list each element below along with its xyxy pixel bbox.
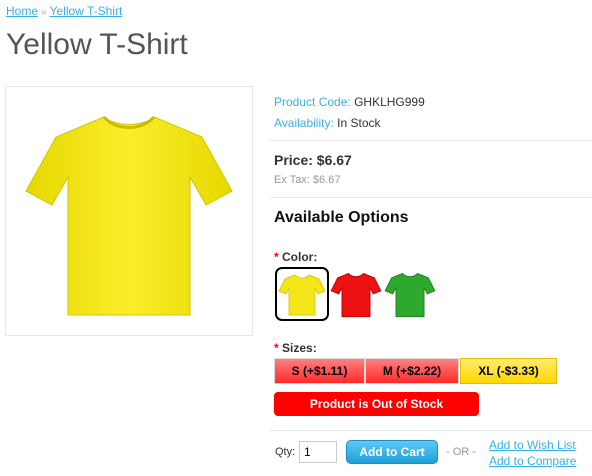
options-title: Available Options xyxy=(274,209,409,226)
qty-label: Qty: xyxy=(275,446,296,458)
color-swatch-green[interactable] xyxy=(383,267,437,321)
sizes-option-label: * Sizes: xyxy=(274,341,317,355)
product-code-value: GHKLHG999 xyxy=(354,95,425,109)
green-tshirt-icon xyxy=(384,272,436,318)
or-separator: - OR - xyxy=(446,446,476,458)
price: Price: $6.67 xyxy=(274,152,352,168)
size-option-m[interactable]: M (+$2.22) xyxy=(365,358,459,384)
ex-tax-price: Ex Tax: $6.67 xyxy=(274,174,341,186)
breadcrumb-separator: » xyxy=(41,7,47,18)
add-to-compare-link[interactable]: Add to Compare xyxy=(489,454,576,468)
breadcrumb-current-link[interactable]: Yellow T-Shirt xyxy=(50,4,123,18)
size-option-s[interactable]: S (+$1.11) xyxy=(274,358,365,384)
divider xyxy=(270,140,592,141)
availability-label: Availability: xyxy=(274,116,334,130)
qty-input[interactable] xyxy=(299,441,337,463)
breadcrumb-home-link[interactable]: Home xyxy=(6,4,38,18)
required-marker: * xyxy=(274,250,279,264)
product-code-line: Product Code: GHKLHG999 xyxy=(274,95,425,109)
breadcrumb: Home» Yellow T-Shirt xyxy=(6,4,122,18)
color-swatch-red[interactable] xyxy=(329,267,383,321)
out-of-stock-notice: Product is Out of Stock xyxy=(274,392,479,416)
color-swatch-yellow[interactable] xyxy=(275,267,329,321)
sizes-label-text: Sizes: xyxy=(282,341,317,355)
product-image-box[interactable] xyxy=(5,86,253,336)
add-to-cart-button[interactable]: Add to Cart xyxy=(346,440,438,464)
required-marker: * xyxy=(274,341,279,355)
color-label-text: Color: xyxy=(282,250,318,264)
color-option-label: * Color: xyxy=(274,250,317,264)
add-to-wishlist-link[interactable]: Add to Wish List xyxy=(489,438,576,452)
page-title: Yellow T-Shirt xyxy=(6,28,188,61)
yellow-tshirt-icon xyxy=(278,274,326,316)
availability-line: Availability: In Stock xyxy=(274,116,381,130)
divider xyxy=(270,197,592,198)
product-code-label: Product Code: xyxy=(274,95,351,109)
yellow-tshirt-image[interactable] xyxy=(6,87,252,335)
availability-value: In Stock xyxy=(337,116,381,130)
divider xyxy=(270,430,592,431)
red-tshirt-icon xyxy=(330,272,382,318)
size-option-xl[interactable]: XL (-$3.33) xyxy=(460,358,557,384)
